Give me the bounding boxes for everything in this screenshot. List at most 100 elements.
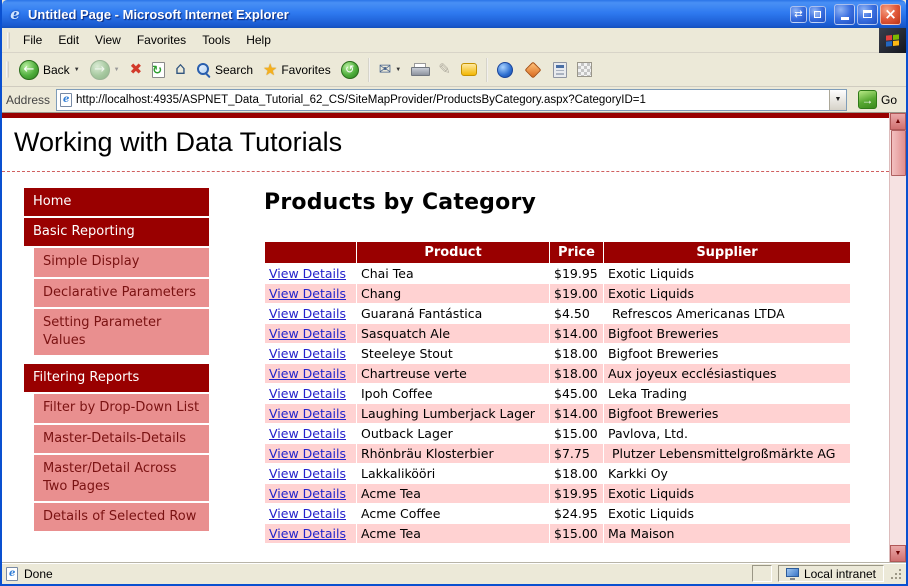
go-icon: → [857, 90, 877, 109]
vertical-scrollbar[interactable]: ▲ ▼ [889, 113, 906, 562]
addon-button-1[interactable] [492, 59, 518, 81]
back-icon: ← [19, 59, 39, 80]
sidebar-item-filtering-reports[interactable]: Filtering Reports [24, 364, 209, 393]
view-details-link[interactable]: View Details [269, 426, 346, 441]
product-cell: Chang [356, 283, 550, 304]
sidebar-item-details-of-selected-row[interactable]: Details of Selected Row [34, 503, 209, 532]
web-page: Working with Data Tutorials Home Basic Re… [2, 113, 889, 562]
refresh-icon: ↻ [152, 61, 166, 78]
supplier-cell: Aux joyeux ecclésiastiques [603, 363, 851, 384]
menu-item-edit[interactable]: Edit [50, 30, 87, 50]
resize-grip[interactable] [890, 568, 902, 580]
messenger-button[interactable] [456, 60, 482, 79]
view-details-cell: View Details [264, 383, 357, 404]
supplier-cell: Pavlova, Ltd. [603, 423, 851, 444]
toolbar-separator [485, 57, 488, 82]
window-extra-button-2[interactable] [809, 5, 826, 23]
stop-button[interactable]: ✖ [125, 59, 148, 80]
price-cell: $7.75 [549, 443, 604, 464]
home-button[interactable]: ⌂ [170, 58, 191, 81]
table-row: View Details Outback Lager $15.00 Pavlov… [264, 423, 851, 444]
addon-button-2[interactable] [518, 61, 548, 79]
price-cell: $18.00 [549, 363, 604, 384]
view-details-cell: View Details [264, 283, 357, 304]
scroll-down-button[interactable]: ▼ [890, 545, 906, 562]
view-details-link[interactable]: View Details [269, 526, 346, 541]
close-icon: × [884, 4, 897, 23]
refresh-button[interactable]: ↻ [147, 59, 170, 81]
scroll-up-button[interactable]: ▲ [890, 113, 906, 130]
view-details-link[interactable]: View Details [269, 446, 346, 461]
table-row: View Details Chang $19.00 Exotic Liquids [264, 283, 851, 304]
local-intranet-icon [785, 567, 799, 580]
view-details-link[interactable]: View Details [269, 366, 346, 381]
view-details-link[interactable]: View Details [269, 306, 346, 321]
sidebar-item-simple-display[interactable]: Simple Display [34, 248, 209, 277]
view-details-link[interactable]: View Details [269, 506, 346, 521]
sidebar-item-filter-by-drop-down-list[interactable]: Filter by Drop-Down List [34, 394, 209, 423]
price-cell: $19.95 [549, 263, 604, 284]
mail-dropdown-icon: ▼ [395, 66, 402, 73]
maximize-button[interactable] [857, 3, 878, 25]
title-bar[interactable]: e Untitled Page - Microsoft Internet Exp… [2, 0, 906, 28]
column-header: Supplier [603, 241, 851, 264]
sidebar-item-home[interactable]: Home [24, 188, 209, 217]
table-row: View Details Acme Tea $15.00 Ma Maison [264, 523, 851, 544]
minimize-icon [840, 17, 849, 20]
status-progress-panel [751, 565, 772, 582]
page-body: Home Basic Reporting Simple Display Declara… [2, 188, 889, 544]
menu-item-file[interactable]: File [15, 30, 50, 50]
price-cell: $15.00 [549, 423, 604, 444]
addon-button-3[interactable] [548, 59, 572, 81]
addon-button-4[interactable] [572, 59, 597, 80]
address-dropdown-button[interactable]: ▼ [828, 89, 846, 110]
history-button[interactable]: ↺ [336, 58, 364, 82]
favorites-star-icon: ★ [263, 59, 278, 79]
search-button[interactable]: Search [191, 59, 258, 80]
edit-button[interactable]: ✎ [433, 59, 456, 80]
sidebar-item-setting-parameter-values[interactable]: Setting Parameter Values [34, 308, 209, 356]
menu-item-view[interactable]: View [87, 30, 129, 50]
mail-button[interactable]: ✉ ▼ [374, 59, 407, 80]
table-row: View Details Chai Tea $19.95 Exotic Liqu… [264, 263, 851, 284]
view-details-link[interactable]: View Details [269, 406, 346, 421]
menu-item-favorites[interactable]: Favorites [129, 30, 194, 50]
view-details-link[interactable]: View Details [269, 486, 346, 501]
menu-item-help[interactable]: Help [238, 30, 279, 50]
view-details-link[interactable]: View Details [269, 466, 346, 481]
forward-button[interactable]: → ▼ [85, 57, 125, 83]
view-details-link[interactable]: View Details [269, 346, 346, 361]
back-dropdown-icon: ▼ [73, 66, 80, 73]
window-extra-button-1[interactable]: ⇄ [790, 5, 807, 23]
menu-bar: File Edit View Favorites Tools Help [2, 27, 906, 53]
menu-item-tools[interactable]: Tools [194, 30, 238, 50]
product-cell: Chai Tea [356, 263, 550, 284]
sidebar-item-basic-reporting[interactable]: Basic Reporting [24, 218, 209, 247]
view-details-cell: View Details [264, 423, 357, 444]
print-button[interactable] [406, 60, 433, 79]
minimize-button[interactable] [834, 3, 855, 25]
supplier-cell: Plutzer Lebensmittelgroßmärkte AG [603, 443, 851, 464]
sidebar-item-declarative-parameters[interactable]: Declarative Parameters [34, 278, 209, 307]
back-button[interactable]: ← Back ▼ [14, 57, 85, 83]
address-input[interactable] [72, 93, 829, 106]
sidebar-item-master-detail-across-two-pages[interactable]: Master/Detail Across Two Pages [34, 454, 209, 502]
product-cell: Steeleye Stout [356, 343, 550, 364]
view-details-link[interactable]: View Details [269, 286, 346, 301]
scrollbar-thumb[interactable] [891, 130, 906, 176]
view-details-cell: View Details [264, 503, 357, 524]
view-details-link[interactable]: View Details [269, 326, 346, 341]
product-cell: Rhönbräu Klosterbier [356, 443, 550, 464]
sidebar-item-master-details-details[interactable]: Master-Details-Details [34, 424, 209, 453]
favorites-button[interactable]: ★ Favorites [258, 59, 336, 81]
view-details-cell: View Details [264, 463, 357, 484]
view-details-link[interactable]: View Details [269, 266, 346, 281]
go-button[interactable]: → Go [853, 90, 902, 109]
view-details-link[interactable]: View Details [269, 386, 346, 401]
view-details-cell: View Details [264, 363, 357, 384]
go-label: Go [880, 92, 897, 107]
close-button[interactable]: × [880, 3, 901, 25]
window-icon [814, 10, 821, 18]
favorites-label: Favorites [281, 62, 331, 77]
table-row: View Details Guaraná Fantástica $4.50 Re… [264, 303, 851, 324]
